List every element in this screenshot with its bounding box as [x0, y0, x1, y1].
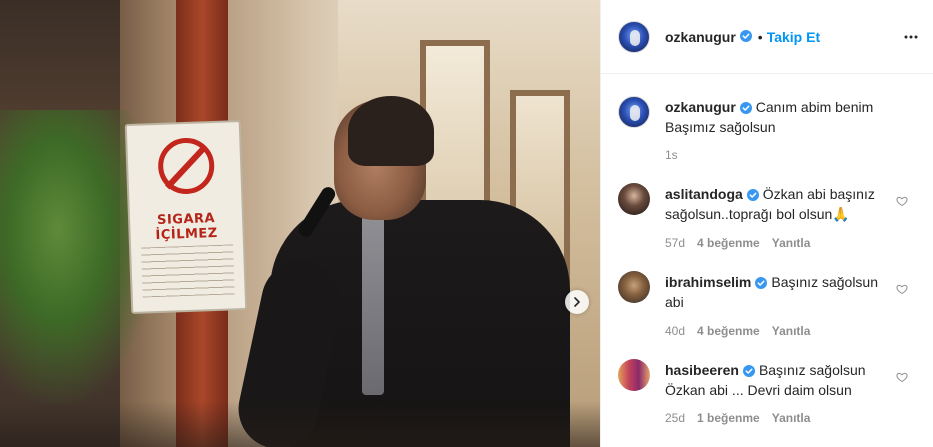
comment-timestamp[interactable]: 25d [665, 411, 685, 425]
author-info: ozkanugur • Takip Et [665, 29, 820, 45]
comment-text: hasibeeren Başınız sağolsun Özkan abi ...… [665, 361, 901, 399]
carousel-next-button[interactable] [565, 290, 589, 314]
comment-meta: 57d 4 beğenme Yanıtla [665, 236, 822, 250]
comment-line: Başınız sağolsun [771, 274, 878, 290]
comment-item: ibrahimselim Başınız sağolsun abi 40d 4 b… [601, 271, 933, 343]
comment-item: aslitandoga Özkan abi başınız sağolsun..t… [601, 183, 933, 255]
post-media[interactable]: SIGARA İÇİLMEZ [0, 0, 600, 447]
no-smoking-sign: SIGARA İÇİLMEZ [124, 120, 248, 314]
sign-text: SIGARA İÇİLMEZ [155, 210, 218, 244]
reply-button[interactable]: Yanıtla [772, 324, 811, 338]
comment-meta: 40d 4 beğenme Yanıtla [665, 324, 822, 338]
comment-username[interactable]: aslitandoga [665, 186, 743, 202]
no-smoking-icon [157, 137, 216, 195]
verified-badge-icon [755, 275, 768, 293]
commenter-avatar[interactable] [618, 271, 650, 303]
separator-dot: • [757, 29, 763, 45]
caption-line: Başımız sağolsun [665, 119, 776, 135]
singer-figure [231, 96, 570, 447]
reply-button[interactable]: Yanıtla [772, 411, 811, 425]
post-caption: ozkanugur Canım abim benim Başımız sağols… [601, 96, 933, 166]
more-options-button[interactable] [904, 30, 918, 44]
comment-line: sağolsun..toprağı bol olsun🙏 [665, 206, 850, 222]
author-avatar[interactable] [618, 21, 650, 53]
comment-timestamp[interactable]: 57d [665, 236, 685, 250]
comment-likes[interactable]: 1 beğenme [697, 411, 760, 425]
caption-line: Canım abim benim [755, 99, 874, 115]
caption-username[interactable]: ozkanugur [665, 99, 736, 115]
comment-username[interactable]: ibrahimselim [665, 274, 751, 290]
comment-likes[interactable]: 4 beğenme [697, 236, 760, 250]
reply-button[interactable]: Yanıtla [772, 236, 811, 250]
comment-meta: 25d 1 beğenme Yanıtla [665, 411, 822, 425]
verified-badge-icon [742, 363, 755, 381]
comment-line: Özkan abi başınız [762, 186, 875, 202]
caption-timestamp[interactable]: 1s [665, 148, 678, 162]
singer-hair [348, 96, 434, 166]
author-username[interactable]: ozkanugur [665, 29, 736, 45]
commenter-avatar[interactable] [618, 359, 650, 391]
post-header: ozkanugur • Takip Et [601, 0, 933, 74]
comment-line: Başınız sağolsun [758, 362, 866, 378]
post-side-panel: ozkanugur • Takip Et ozkanugur Canım abim… [600, 0, 933, 447]
heart-icon[interactable] [896, 371, 908, 383]
comment-line: abi [665, 294, 684, 310]
verified-badge-icon [746, 187, 759, 205]
follow-button[interactable]: Takip Et [767, 29, 820, 45]
author-avatar[interactable] [618, 96, 650, 128]
comment-line: Özkan abi ... Devri daim olsun [665, 382, 852, 398]
floor-shadow [0, 401, 600, 447]
comment-text: aslitandoga Özkan abi başınız sağolsun..t… [665, 185, 901, 223]
commenter-avatar[interactable] [618, 183, 650, 215]
sign-fine-print [141, 244, 235, 298]
chevron-right-icon [574, 297, 580, 307]
singer-tie [362, 215, 384, 395]
comment-timestamp[interactable]: 40d [665, 324, 685, 338]
more-horizontal-icon [904, 35, 918, 39]
verified-badge-icon [739, 29, 752, 45]
comment-text: ibrahimselim Başınız sağolsun abi [665, 273, 901, 311]
comment-item: hasibeeren Başınız sağolsun Özkan abi ...… [601, 359, 933, 431]
comment-username[interactable]: hasibeeren [665, 362, 739, 378]
comment-likes[interactable]: 4 beğenme [697, 324, 760, 338]
caption-meta: 1s [665, 148, 690, 162]
heart-icon[interactable] [896, 283, 908, 295]
verified-badge-icon [739, 100, 752, 118]
heart-icon[interactable] [896, 195, 908, 207]
caption-text: ozkanugur Canım abim benim Başımız sağols… [665, 98, 901, 136]
